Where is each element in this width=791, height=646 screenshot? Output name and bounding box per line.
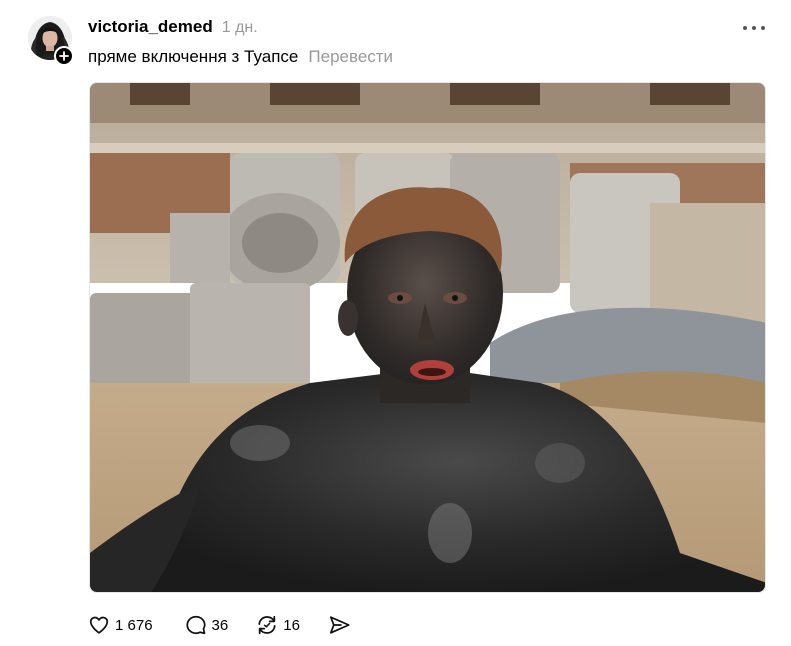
translate-link[interactable]: Перевести xyxy=(308,47,393,67)
more-horizontal-icon xyxy=(743,26,765,30)
like-button[interactable]: 1 676 xyxy=(88,614,153,636)
like-count: 1 676 xyxy=(115,616,153,634)
follow-button[interactable] xyxy=(54,46,74,66)
repost-count: 16 xyxy=(283,616,300,634)
heart-icon xyxy=(89,616,109,634)
post-caption: пряме включення з Туапсе xyxy=(88,47,299,66)
plus-icon xyxy=(59,51,69,61)
username-link[interactable]: victoria_demed xyxy=(88,17,213,37)
post-actions: 1 676 36 16 xyxy=(88,611,352,639)
thread-post: victoria_demed 1 дн. пряме включення з Т… xyxy=(0,0,791,646)
post-header: victoria_demed 1 дн. xyxy=(88,17,258,39)
repost-button[interactable]: 16 xyxy=(256,614,300,636)
post-caption-line: пряме включення з Туапсе Перевести xyxy=(88,47,393,69)
comment-icon xyxy=(185,615,206,635)
repost-icon xyxy=(258,615,276,635)
share-button[interactable] xyxy=(328,614,352,636)
more-options-button[interactable] xyxy=(739,18,769,38)
comment-count: 36 xyxy=(211,616,229,634)
avatar-container[interactable] xyxy=(28,16,74,66)
send-icon xyxy=(329,616,350,634)
comment-button[interactable]: 36 xyxy=(185,614,229,636)
post-image[interactable] xyxy=(89,82,766,593)
photo-illustration xyxy=(90,83,765,592)
post-timestamp[interactable]: 1 дн. xyxy=(222,19,258,37)
